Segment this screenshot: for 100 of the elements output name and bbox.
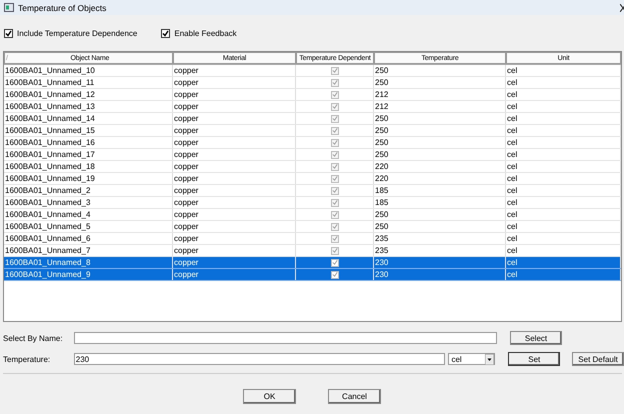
table-cell: cel [506, 233, 621, 244]
table-cell: cel [506, 137, 621, 148]
table-cell: cel [506, 245, 621, 256]
table-row[interactable]: 1600BA01_Unnamed_10 copper 250 cel [4, 65, 621, 77]
table-row[interactable]: 1600BA01_Unnamed_19 copper 220 cel [4, 173, 621, 185]
table-row[interactable]: 1600BA01_Unnamed_15 copper 250 cel [4, 125, 621, 137]
field-label: Select By Name: [3, 334, 64, 342]
checkbox[interactable] [4, 28, 13, 38]
table-cell: 1600BA01_Unnamed_2 [4, 185, 173, 196]
table-cell: 212 [374, 101, 506, 112]
table-cell: 235 [374, 233, 506, 244]
set-button[interactable]: Set [508, 352, 560, 366]
table-cell: cel [506, 209, 621, 220]
set-default-button[interactable]: Set Default [572, 352, 624, 366]
table-cell: copper [173, 185, 296, 196]
dialog-button[interactable]: OK [243, 389, 296, 404]
table-cell: 1600BA01_Unnamed_9 [4, 269, 173, 280]
table-cell: copper [173, 269, 296, 280]
table-row[interactable]: 1600BA01_Unnamed_9 copper 230 cel [4, 269, 621, 281]
table-cell: copper [173, 173, 296, 184]
table-cell: 220 [374, 173, 506, 184]
table-cell: 1600BA01_Unnamed_7 [4, 245, 173, 256]
table-cell: 250 [374, 125, 506, 136]
table-row[interactable]: 1600BA01_Unnamed_6 copper 235 cel [4, 233, 621, 245]
table-cell: 1600BA01_Unnamed_4 [4, 209, 173, 220]
table-cell: copper [173, 89, 296, 100]
table-cell: cel [506, 65, 621, 76]
table-cell: copper [173, 113, 296, 124]
app-icon [4, 3, 14, 12]
checkbox[interactable] [161, 28, 170, 38]
table-cell: cel [506, 185, 621, 196]
table-cell: 1600BA01_Unnamed_15 [4, 125, 173, 136]
table-cell: 185 [374, 197, 506, 208]
table-cell: 250 [374, 77, 506, 88]
table-cell: copper [173, 197, 296, 208]
unit-dropdown[interactable]: cel [448, 353, 496, 365]
select-button[interactable]: Select [510, 331, 562, 345]
table-cell: 250 [374, 113, 506, 124]
checkbox-option[interactable]: Enable Feedback [161, 26, 237, 40]
table-cell: cel [506, 149, 621, 160]
window-title: Temperature of Objects [18, 2, 106, 12]
table-cell: 250 [374, 149, 506, 160]
table-row[interactable]: 1600BA01_Unnamed_18 copper 220 cel [4, 161, 621, 173]
dialog-button[interactable]: Cancel [328, 389, 381, 404]
table-row[interactable]: 1600BA01_Unnamed_13 copper 212 cel [4, 101, 621, 113]
table-cell: cel [506, 197, 621, 208]
table-cell: 250 [374, 221, 506, 232]
temperature-field[interactable]: 230 [74, 353, 446, 365]
table-cell: copper [173, 77, 296, 88]
table-cell: 1600BA01_Unnamed_5 [4, 221, 173, 232]
table-cell: copper [173, 65, 296, 76]
table-row[interactable]: 1600BA01_Unnamed_3 copper 185 cel [4, 197, 621, 209]
table-row[interactable]: 1600BA01_Unnamed_4 copper 250 cel [4, 209, 621, 221]
table-cell: cel [506, 161, 621, 172]
field-label: Temperature: [3, 354, 52, 364]
table-cell: 1600BA01_Unnamed_10 [4, 65, 173, 76]
table-cell: 1600BA01_Unnamed_13 [4, 101, 173, 112]
dropdown-arrow-icon [485, 354, 494, 364]
table-row[interactable]: 1600BA01_Unnamed_5 copper 250 cel [4, 221, 621, 233]
table-cell: copper [173, 125, 296, 136]
table-row[interactable]: 1600BA01_Unnamed_12 copper 212 cel [4, 89, 621, 101]
table-cell: copper [173, 233, 296, 244]
table-row[interactable]: 1600BA01_Unnamed_16 copper 250 cel [4, 137, 621, 149]
table-cell: 1600BA01_Unnamed_17 [4, 149, 173, 160]
table-cell: 235 [374, 245, 506, 256]
table-cell: 1600BA01_Unnamed_19 [4, 173, 173, 184]
table-cell: 250 [374, 65, 506, 76]
table-cell: 220 [374, 161, 506, 172]
table-row[interactable]: 1600BA01_Unnamed_11 copper 250 cel [4, 77, 621, 89]
table-cell: 1600BA01_Unnamed_16 [4, 137, 173, 148]
table-cell: 250 [374, 137, 506, 148]
table-cell: cel [506, 113, 621, 124]
table-cell: 1600BA01_Unnamed_3 [4, 197, 173, 208]
table-cell: 212 [374, 89, 506, 100]
table-cell: copper [173, 209, 296, 220]
table-cell: 1600BA01_Unnamed_18 [4, 161, 173, 172]
table-row[interactable]: 1600BA01_Unnamed_17 copper 250 cel [4, 149, 621, 161]
table-cell: 1600BA01_Unnamed_11 [4, 77, 173, 88]
table-cell: 1600BA01_Unnamed_8 [4, 257, 173, 268]
table-cell: copper [173, 149, 296, 160]
table-cell: 185 [374, 185, 506, 196]
table-row[interactable]: 1600BA01_Unnamed_14 copper 250 cel [4, 113, 621, 125]
table-cell: cel [506, 257, 621, 268]
table-row[interactable]: 1600BA01_Unnamed_8 copper 230 cel [4, 257, 621, 269]
table-cell: cel [506, 89, 621, 100]
table-cell: copper [173, 101, 296, 112]
table-cell: copper [173, 161, 296, 172]
table-cell: cel [506, 125, 621, 136]
table-cell: cel [506, 77, 621, 88]
table-cell: cel [506, 173, 621, 184]
table-cell: 1600BA01_Unnamed_12 [4, 89, 173, 100]
table-cell: copper [173, 257, 296, 268]
checkbox-option[interactable]: Include Temperature Dependence [4, 26, 138, 40]
table-row[interactable]: 1600BA01_Unnamed_2 copper 185 cel [4, 185, 621, 197]
name-field[interactable] [74, 332, 497, 344]
table-cell: 1600BA01_Unnamed_14 [4, 113, 173, 124]
table-cell: cel [506, 221, 621, 232]
table-cell: copper [173, 221, 296, 232]
table-cell: copper [173, 137, 296, 148]
table-cell: cel [506, 101, 621, 112]
